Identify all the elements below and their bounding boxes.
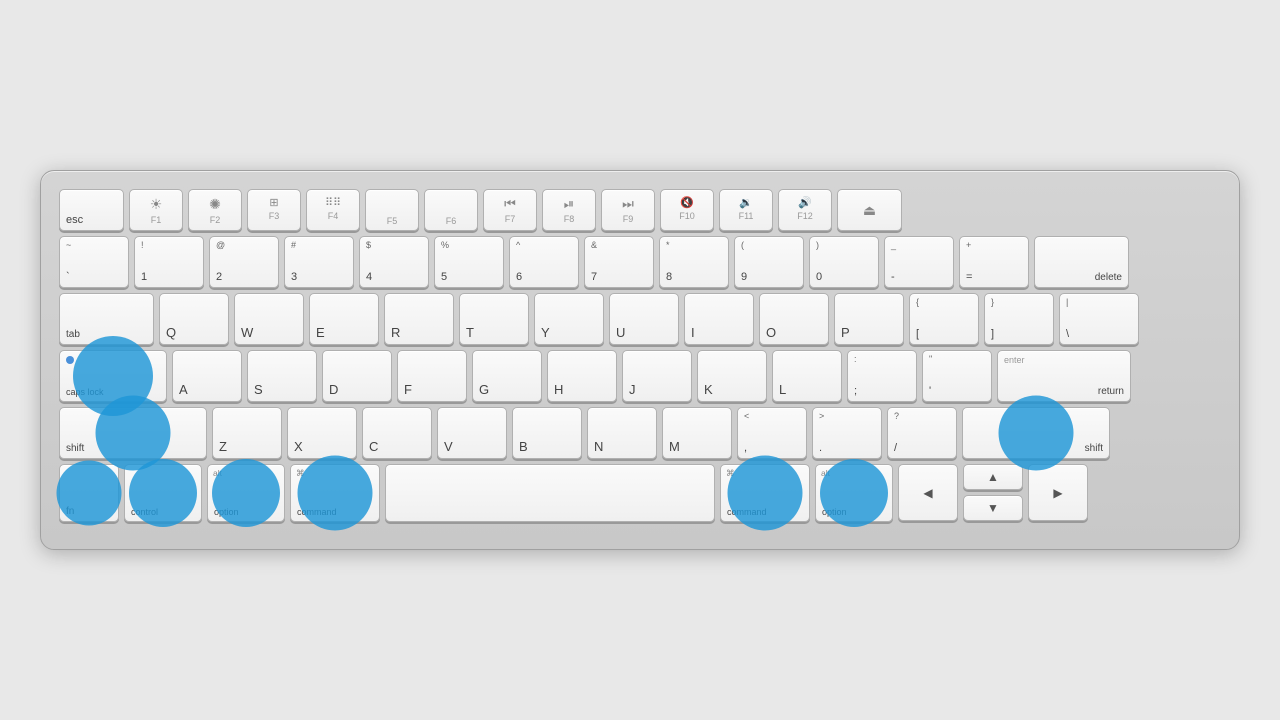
key-f10[interactable]: 🔇 F10 (660, 189, 714, 231)
key-6[interactable]: ^ 6 (509, 236, 579, 288)
key-g[interactable]: G (472, 350, 542, 402)
key-command-left[interactable]: ⌘ command (290, 464, 380, 522)
qwerty-key-row: tab Q W E R T Y U I O P { [ } ] | \ (59, 293, 1221, 345)
key-x[interactable]: X (287, 407, 357, 459)
keyboard: esc ☀ F1 ✺ F2 ⊞ F3 ⠿⠿ F4 F5 F6 ⏮ F7 ⏯ (40, 170, 1240, 550)
key-u[interactable]: U (609, 293, 679, 345)
key-shift-left[interactable]: shift (59, 407, 207, 459)
key-lbracket[interactable]: { [ (909, 293, 979, 345)
key-f2[interactable]: ✺ F2 (188, 189, 242, 231)
key-5[interactable]: % 5 (434, 236, 504, 288)
key-esc[interactable]: esc (59, 189, 124, 231)
key-f12[interactable]: 🔊 F12 (778, 189, 832, 231)
key-0[interactable]: ) 0 (809, 236, 879, 288)
key-quote[interactable]: " ' (922, 350, 992, 402)
key-p[interactable]: P (834, 293, 904, 345)
key-i[interactable]: I (684, 293, 754, 345)
key-r[interactable]: R (384, 293, 454, 345)
key-equals[interactable]: + = (959, 236, 1029, 288)
key-f9[interactable]: ⏭ F9 (601, 189, 655, 231)
key-4[interactable]: $ 4 (359, 236, 429, 288)
arrow-top-row: ◀ ▲ ▼ ▶ (898, 464, 1088, 521)
bottom-key-row: fn control alt option ⌘ command ⌘ comman… (59, 464, 1221, 522)
key-minus[interactable]: _ - (884, 236, 954, 288)
fn-key-row: esc ☀ F1 ✺ F2 ⊞ F3 ⠿⠿ F4 F5 F6 ⏮ F7 ⏯ (59, 189, 1221, 231)
arrow-up-down: ▲ ▼ (963, 464, 1023, 521)
key-v[interactable]: V (437, 407, 507, 459)
key-f8[interactable]: ⏯ F8 (542, 189, 596, 231)
key-7[interactable]: & 7 (584, 236, 654, 288)
key-d[interactable]: D (322, 350, 392, 402)
key-command-right[interactable]: ⌘ command (720, 464, 810, 522)
key-backslash[interactable]: | \ (1059, 293, 1139, 345)
key-f1[interactable]: ☀ F1 (129, 189, 183, 231)
key-3[interactable]: # 3 (284, 236, 354, 288)
key-j[interactable]: J (622, 350, 692, 402)
key-caps-lock[interactable]: caps lock (59, 350, 167, 402)
key-8[interactable]: * 8 (659, 236, 729, 288)
key-fn[interactable]: fn (59, 464, 119, 522)
key-delete[interactable]: delete (1034, 236, 1129, 288)
key-option-right[interactable]: alt option (815, 464, 893, 522)
key-k[interactable]: K (697, 350, 767, 402)
key-tilde[interactable]: ~ ` (59, 236, 129, 288)
key-slash[interactable]: ? / (887, 407, 957, 459)
key-f4[interactable]: ⠿⠿ F4 (306, 189, 360, 231)
home-key-row: caps lock A S D F G H J K L : ; " ' ente… (59, 350, 1221, 402)
key-period[interactable]: > . (812, 407, 882, 459)
key-y[interactable]: Y (534, 293, 604, 345)
key-f11[interactable]: 🔉 F11 (719, 189, 773, 231)
key-rbracket[interactable]: } ] (984, 293, 1054, 345)
key-shift-right[interactable]: shift (962, 407, 1110, 459)
key-f7[interactable]: ⏮ F7 (483, 189, 537, 231)
key-a[interactable]: A (172, 350, 242, 402)
key-return[interactable]: enter return (997, 350, 1131, 402)
key-n[interactable]: N (587, 407, 657, 459)
key-eject[interactable]: ⏏ (837, 189, 902, 231)
key-space[interactable] (385, 464, 715, 522)
key-l[interactable]: L (772, 350, 842, 402)
key-2[interactable]: @ 2 (209, 236, 279, 288)
key-semicolon[interactable]: : ; (847, 350, 917, 402)
key-w[interactable]: W (234, 293, 304, 345)
key-f[interactable]: F (397, 350, 467, 402)
key-m[interactable]: M (662, 407, 732, 459)
key-arrow-right[interactable]: ▶ (1028, 464, 1088, 521)
key-comma[interactable]: < , (737, 407, 807, 459)
key-1[interactable]: ! 1 (134, 236, 204, 288)
key-t[interactable]: T (459, 293, 529, 345)
key-control[interactable]: control (124, 464, 202, 522)
key-arrow-up[interactable]: ▲ (963, 464, 1023, 490)
key-e[interactable]: E (309, 293, 379, 345)
key-h[interactable]: H (547, 350, 617, 402)
key-f5[interactable]: F5 (365, 189, 419, 231)
key-z[interactable]: Z (212, 407, 282, 459)
key-q[interactable]: Q (159, 293, 229, 345)
key-f6[interactable]: F6 (424, 189, 478, 231)
key-b[interactable]: B (512, 407, 582, 459)
shift-key-row: shift Z X C V B N M < , > . ? / shift (59, 407, 1221, 459)
key-9[interactable]: ( 9 (734, 236, 804, 288)
key-f3[interactable]: ⊞ F3 (247, 189, 301, 231)
key-arrow-left[interactable]: ◀ (898, 464, 958, 521)
key-s[interactable]: S (247, 350, 317, 402)
number-key-row: ~ ` ! 1 @ 2 # 3 $ 4 % 5 ^ 6 & 7 (59, 236, 1221, 288)
key-c[interactable]: C (362, 407, 432, 459)
key-o[interactable]: O (759, 293, 829, 345)
arrow-keys-group: ◀ ▲ ▼ ▶ (898, 464, 1088, 522)
key-arrow-down[interactable]: ▼ (963, 495, 1023, 521)
key-option-left[interactable]: alt option (207, 464, 285, 522)
